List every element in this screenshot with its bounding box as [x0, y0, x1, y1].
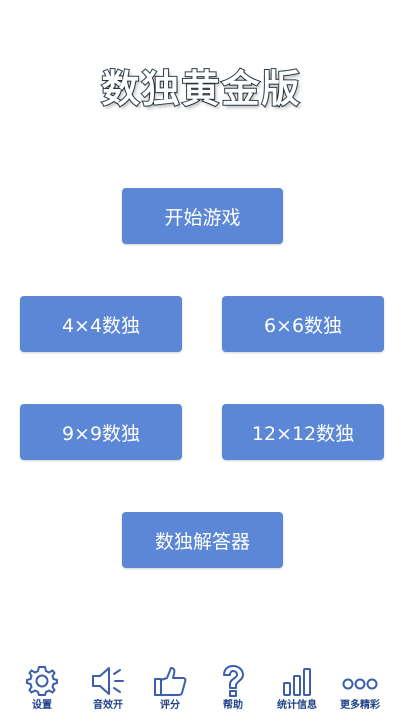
bottom-toolbar: 设置 音效开 评分 帮助 统计信息 更多精彩 — [0, 660, 403, 720]
sudoku-4x4-button[interactable]: 4×4数独 — [20, 296, 182, 352]
sudoku-12x12-button[interactable]: 12×12数独 — [222, 404, 384, 460]
app-title: 数独黄金版 — [100, 66, 302, 112]
thumbs-up-icon — [154, 667, 187, 696]
sound-label: 音效开 — [93, 700, 123, 711]
rate-tab[interactable]: 评分 — [140, 660, 200, 718]
bar-chart-icon — [283, 668, 311, 696]
speaker-icon — [92, 667, 124, 695]
help-tab[interactable]: 帮助 — [203, 660, 263, 718]
settings-tab[interactable]: 设置 — [12, 660, 72, 718]
more-dots-icon — [342, 678, 378, 690]
start-game-button[interactable]: 开始游戏 — [122, 188, 283, 244]
statistics-tab[interactable]: 统计信息 — [267, 660, 327, 718]
sudoku-solver-button[interactable]: 数独解答器 — [122, 512, 283, 568]
statistics-label: 统计信息 — [277, 700, 317, 711]
more-tab[interactable]: 更多精彩 — [330, 660, 390, 718]
sudoku-9x9-button[interactable]: 9×9数独 — [20, 404, 182, 460]
help-label: 帮助 — [223, 700, 243, 711]
sudoku-6x6-button[interactable]: 6×6数独 — [222, 296, 384, 352]
settings-label: 设置 — [32, 700, 52, 711]
sound-toggle-tab[interactable]: 音效开 — [78, 660, 138, 718]
gear-icon — [26, 666, 58, 696]
rate-label: 评分 — [160, 700, 180, 711]
question-icon — [223, 665, 244, 697]
more-label: 更多精彩 — [340, 700, 380, 711]
